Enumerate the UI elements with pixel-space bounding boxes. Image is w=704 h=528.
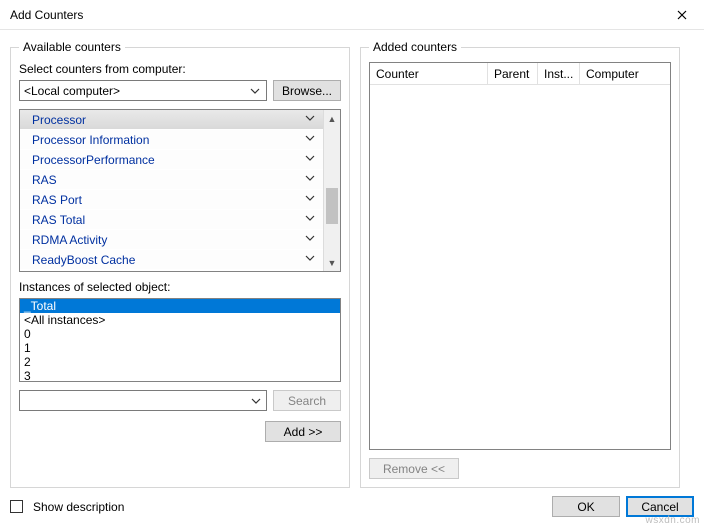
counter-item[interactable]: RAS Port [20, 190, 323, 210]
chevron-down-icon [305, 233, 315, 246]
counter-item-label: RAS Total [32, 213, 85, 227]
counter-item[interactable]: ReadyBoost Cache [20, 250, 323, 270]
counter-item-label: RAS [32, 173, 57, 187]
counter-item-label: Processor [32, 113, 86, 127]
select-computer-label: Select counters from computer: [19, 62, 341, 76]
counter-item[interactable]: RAS Total [20, 210, 323, 230]
counter-list: Processor Processor Information ProcessorP… [19, 109, 341, 272]
instances-list[interactable]: _Total<All instances>0123 [19, 298, 341, 382]
added-counters-group: Added counters Counter Parent Inst... Co… [360, 40, 680, 488]
instance-item[interactable]: 1 [20, 341, 340, 355]
counter-item-label: ProcessorPerformance [32, 153, 155, 167]
counter-item[interactable]: RAS [20, 170, 323, 190]
counter-item[interactable]: Processor [20, 110, 323, 130]
search-input[interactable] [19, 390, 267, 411]
chevron-down-icon [305, 213, 315, 226]
counter-item-label: Processor Information [32, 133, 149, 147]
search-button[interactable]: Search [273, 390, 341, 411]
column-computer[interactable]: Computer [580, 63, 670, 85]
instance-item[interactable]: 0 [20, 327, 340, 341]
available-counters-group: Available counters Select counters from … [10, 40, 350, 488]
dialog-footer: Show description OK Cancel [0, 492, 704, 525]
counter-item-label: RDMA Activity [32, 233, 107, 247]
ok-button[interactable]: OK [552, 496, 620, 517]
chevron-down-icon [305, 153, 315, 166]
chevron-down-icon [305, 193, 315, 206]
chevron-down-icon [305, 173, 315, 186]
chevron-down-icon [305, 133, 315, 146]
show-description-checkbox[interactable] [10, 500, 23, 513]
instances-label: Instances of selected object: [19, 280, 341, 294]
browse-button[interactable]: Browse... [273, 80, 341, 101]
table-header: Counter Parent Inst... Computer [370, 63, 670, 85]
scroll-thumb[interactable] [326, 188, 338, 224]
show-description-label: Show description [33, 500, 124, 514]
close-button[interactable] [660, 0, 704, 30]
counter-item[interactable]: ProcessorPerformance [20, 150, 323, 170]
scroll-up-icon[interactable]: ▲ [324, 110, 340, 127]
close-icon [677, 10, 687, 20]
column-counter[interactable]: Counter [370, 63, 488, 85]
column-inst[interactable]: Inst... [538, 63, 580, 85]
chevron-down-icon [247, 82, 264, 99]
computer-combobox-value: <Local computer> [24, 84, 120, 98]
scrollbar[interactable]: ▲ ▼ [323, 110, 340, 271]
cancel-button[interactable]: Cancel [626, 496, 694, 517]
instance-item[interactable]: 3 [20, 369, 340, 382]
column-parent[interactable]: Parent [488, 63, 538, 85]
counter-item-label: RAS Port [32, 193, 82, 207]
counter-item-label: ReadyBoost Cache [32, 253, 135, 267]
available-counters-legend: Available counters [19, 40, 125, 54]
computer-combobox[interactable]: <Local computer> [19, 80, 267, 101]
titlebar: Add Counters [0, 0, 704, 30]
chevron-down-icon [305, 113, 315, 126]
window-title: Add Counters [10, 8, 660, 22]
added-counters-table[interactable]: Counter Parent Inst... Computer [369, 62, 671, 450]
added-counters-legend: Added counters [369, 40, 461, 54]
instance-item[interactable]: <All instances> [20, 313, 340, 327]
counter-item[interactable]: Processor Information [20, 130, 323, 150]
chevron-down-icon [305, 253, 315, 266]
scroll-down-icon[interactable]: ▼ [324, 254, 340, 271]
instance-item[interactable]: 2 [20, 355, 340, 369]
add-button[interactable]: Add >> [265, 421, 341, 442]
instance-item[interactable]: _Total [20, 299, 340, 313]
dialog-body: Available counters Select counters from … [0, 30, 704, 492]
chevron-down-icon [247, 392, 264, 409]
counter-item[interactable]: RDMA Activity [20, 230, 323, 250]
remove-button[interactable]: Remove << [369, 458, 459, 479]
